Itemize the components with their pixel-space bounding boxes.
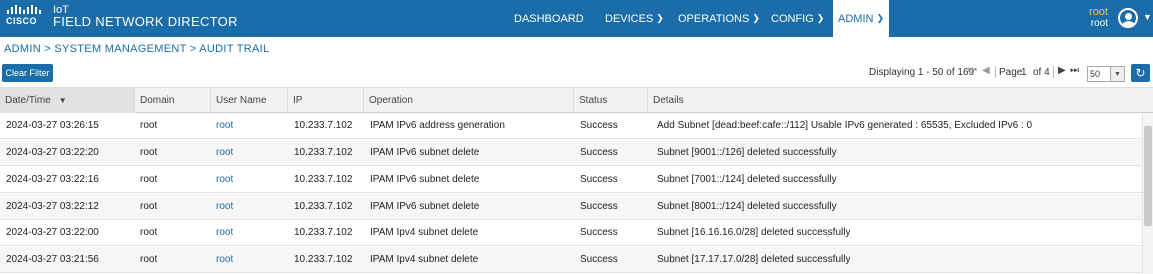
cell-ip: 10.233.7.102	[294, 201, 353, 212]
cell-operation: IPAM IPv6 address generation	[370, 120, 505, 131]
cell-details: Subnet [8001::/124] deleted successfully	[657, 201, 837, 212]
nav-devices-label: DEVICES	[605, 12, 654, 25]
cell-datetime: 2024-03-27 03:21:56	[6, 254, 99, 265]
cell-operation: IPAM IPv6 subnet delete	[370, 147, 480, 158]
cell-status: Success	[580, 147, 618, 158]
cell-details: Subnet [9001::/126] deleted successfully	[657, 147, 837, 158]
user-name: root	[1089, 6, 1108, 18]
chevron-down-icon: ❯	[656, 13, 664, 23]
cell-ip: 10.233.7.102	[294, 227, 353, 238]
user-avatar-icon[interactable]	[1118, 8, 1138, 28]
scrollbar-thumb[interactable]	[1144, 126, 1152, 226]
pagination: Displaying 1 - 50 of 169 ⏮ ◀ Page 1 of 4…	[0, 64, 1153, 82]
cell-status: Success	[580, 120, 618, 131]
cell-domain: root	[140, 120, 158, 131]
page-current[interactable]: 1	[1021, 67, 1027, 78]
chevron-down-icon: ❯	[816, 13, 825, 23]
cell-details: Add Subnet [dead:beef:cafe::/112] Usable…	[657, 120, 1033, 131]
table-row[interactable]: 2024-03-27 03:22:16 root root 10.233.7.1…	[0, 167, 1142, 193]
cell-datetime: 2024-03-27 03:22:12	[6, 201, 99, 212]
table-row[interactable]: 2024-03-27 03:22:20 root root 10.233.7.1…	[0, 140, 1142, 166]
table-row[interactable]: 2024-03-27 03:21:56 root root 10.233.7.1…	[0, 247, 1142, 273]
cell-domain: root	[140, 254, 158, 265]
page-label: Page	[999, 67, 1023, 78]
cell-status: Success	[580, 254, 618, 265]
cell-datetime: 2024-03-27 03:22:20	[6, 147, 99, 158]
table-row[interactable]: 2024-03-27 03:22:00 root root 10.233.7.1…	[0, 220, 1142, 246]
nav-operations[interactable]: OPERATIONS ❯	[678, 0, 760, 37]
display-count: Displaying 1 - 50 of 169	[869, 67, 975, 78]
column-header-details[interactable]: Details	[648, 88, 1153, 113]
nav-admin-label: ADMIN	[838, 12, 874, 25]
cell-user-link[interactable]: root	[211, 220, 233, 246]
prev-page-icon[interactable]: ◀	[982, 65, 990, 76]
cell-user-link[interactable]: root	[211, 113, 233, 139]
cell-user-link[interactable]: root	[211, 140, 233, 166]
cell-operation: IPAM Ipv4 subnet delete	[370, 254, 479, 265]
user-role: root	[1090, 18, 1108, 29]
cell-user-link[interactable]: root	[211, 247, 233, 273]
top-bar: CISCO IoT FIELD NETWORK DIRECTOR DASHBOA…	[0, 0, 1153, 37]
table-row[interactable]: 2024-03-27 03:26:15 root root 10.233.7.1…	[0, 113, 1142, 139]
sort-desc-icon: ▼	[58, 96, 67, 105]
chevron-down-icon[interactable]: ▼	[1143, 12, 1152, 22]
nav-config-label: CONFIG	[771, 12, 814, 25]
cell-status: Success	[580, 201, 618, 212]
cell-domain: root	[140, 174, 158, 185]
breadcrumb: ADMIN > SYSTEM MANAGEMENT > AUDIT TRAIL	[4, 43, 270, 55]
last-page-icon[interactable]: ⏭	[1070, 65, 1079, 76]
column-header-ip[interactable]: IP	[288, 88, 364, 113]
nav-dashboard-label: DASHBOARD	[514, 12, 584, 25]
cell-ip: 10.233.7.102	[294, 254, 353, 265]
first-page-icon[interactable]: ⏮	[968, 65, 977, 76]
next-page-icon[interactable]: ▶	[1058, 65, 1066, 76]
column-header-user[interactable]: User Name	[211, 88, 288, 113]
nav-devices[interactable]: DEVICES ❯	[605, 0, 664, 37]
cell-datetime: 2024-03-27 03:22:00	[6, 227, 99, 238]
table-header: Date/Time ▼ Domain User Name IP Operation…	[0, 87, 1153, 113]
column-header-operation[interactable]: Operation	[364, 88, 574, 113]
refresh-icon: ↻	[1135, 66, 1146, 80]
column-header-status[interactable]: Status	[574, 88, 648, 113]
nav-config[interactable]: CONFIG ❯	[771, 0, 824, 37]
cell-datetime: 2024-03-27 03:22:16	[6, 174, 99, 185]
cisco-logo: CISCO	[6, 5, 46, 31]
cell-user-link[interactable]: root	[211, 194, 233, 220]
cell-operation: IPAM IPv6 subnet delete	[370, 201, 480, 212]
cell-details: Subnet [16.16.16.0/28] deleted successfu…	[657, 227, 851, 238]
nav-admin[interactable]: ADMIN ❯	[833, 0, 889, 37]
chevron-down-icon[interactable]: ▼	[1110, 66, 1125, 82]
table-body: 2024-03-27 03:26:15 root root 10.233.7.1…	[0, 113, 1142, 274]
cell-datetime: 2024-03-27 03:26:15	[6, 120, 99, 131]
cell-status: Success	[580, 227, 618, 238]
product-name: IoT FIELD NETWORK DIRECTOR	[53, 4, 238, 28]
cell-ip: 10.233.7.102	[294, 174, 353, 185]
cell-details: Subnet [7001::/124] deleted successfully	[657, 174, 837, 185]
column-header-domain[interactable]: Domain	[135, 88, 211, 113]
user-info[interactable]: root root	[1089, 6, 1108, 30]
cell-operation: IPAM Ipv4 subnet delete	[370, 227, 479, 238]
logo-word: CISCO	[6, 16, 38, 26]
refresh-button[interactable]: ↻	[1131, 64, 1150, 82]
chevron-down-icon: ❯	[876, 13, 884, 23]
cell-details: Subnet [17.17.17.0/28] deleted successfu…	[657, 254, 851, 265]
chevron-down-icon: ❯	[752, 13, 760, 23]
cell-ip: 10.233.7.102	[294, 147, 353, 158]
cell-operation: IPAM IPv6 subnet delete	[370, 174, 480, 185]
nav-dashboard[interactable]: DASHBOARD	[514, 0, 584, 37]
product-line2: FIELD NETWORK DIRECTOR	[53, 14, 238, 29]
table-row[interactable]: 2024-03-27 03:22:12 root root 10.233.7.1…	[0, 194, 1142, 220]
cell-domain: root	[140, 201, 158, 212]
cell-domain: root	[140, 227, 158, 238]
nav-operations-label: OPERATIONS	[678, 12, 750, 25]
column-header-datetime[interactable]: Date/Time ▼	[0, 88, 135, 113]
page-of: of 4	[1033, 67, 1050, 78]
cell-user-link[interactable]: root	[211, 167, 233, 193]
cell-status: Success	[580, 174, 618, 185]
cell-ip: 10.233.7.102	[294, 120, 353, 131]
cell-domain: root	[140, 147, 158, 158]
